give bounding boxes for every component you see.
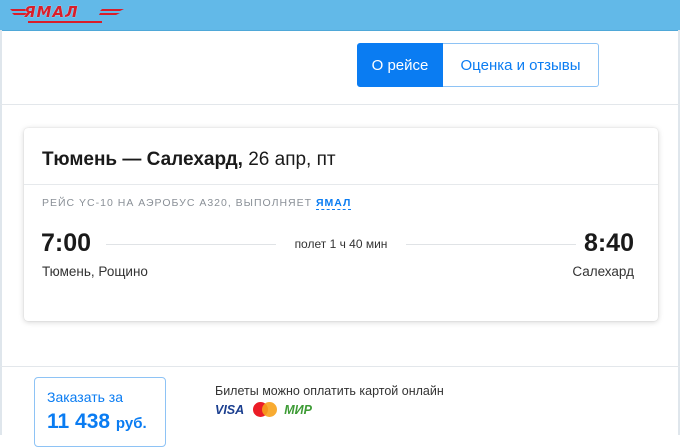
price-value: 11 438 xyxy=(47,410,111,433)
mir-icon: МИР xyxy=(284,403,312,417)
logo-text: ЯМАЛ xyxy=(24,3,79,21)
airline-logo[interactable]: ЯМАЛ xyxy=(8,1,128,27)
flight-route: Тюмень — Салехард, xyxy=(42,149,243,170)
left-border xyxy=(0,30,2,435)
duration-line-right xyxy=(406,244,576,245)
duration-line-left xyxy=(106,244,276,245)
flight-card: Тюмень — Салехард, 26 апр, пт Рейс YC-10… xyxy=(24,128,658,321)
order-button[interactable]: Заказать за 11 438 руб. xyxy=(34,377,166,447)
tab-about-flight[interactable]: О рейсе xyxy=(357,43,443,87)
flight-info: Рейс YC-10 на Аэробус A320, выполняет ЯМ… xyxy=(42,197,352,210)
flight-info-text: Рейс YC-10 на Аэробус A320, выполняет xyxy=(42,197,313,209)
order-price: 11 438 руб. xyxy=(47,410,147,434)
departure-city: Тюмень, Рощино xyxy=(42,264,148,279)
price-currency: руб. xyxy=(115,415,147,432)
arrival-time: 8:40 xyxy=(583,229,634,257)
visa-icon: VISA xyxy=(215,403,245,417)
payment-text: Билеты можно оплатить картой онлайн xyxy=(215,384,444,398)
tab-reviews[interactable]: Оценка и отзывы xyxy=(443,43,599,87)
mastercard-icon xyxy=(252,402,278,418)
top-bar: ЯМАЛ xyxy=(0,0,680,31)
payment-icons: VISA МИР xyxy=(215,402,312,418)
flight-title: Тюмень — Салехард, 26 апр, пт xyxy=(42,149,336,171)
airline-link[interactable]: ЯМАЛ xyxy=(315,197,352,210)
card-divider xyxy=(24,184,658,185)
order-label: Заказать за xyxy=(47,389,124,405)
divider-bottom xyxy=(0,366,680,367)
departure-time: 7:00 xyxy=(41,229,92,257)
flight-duration: полет 1 ч 40 мин xyxy=(294,237,388,251)
divider xyxy=(0,104,680,105)
flight-tabs: О рейсе Оценка и отзывы xyxy=(357,43,599,87)
flight-date: 26 апр, пт xyxy=(248,149,336,170)
arrival-city: Салехард xyxy=(572,264,634,279)
